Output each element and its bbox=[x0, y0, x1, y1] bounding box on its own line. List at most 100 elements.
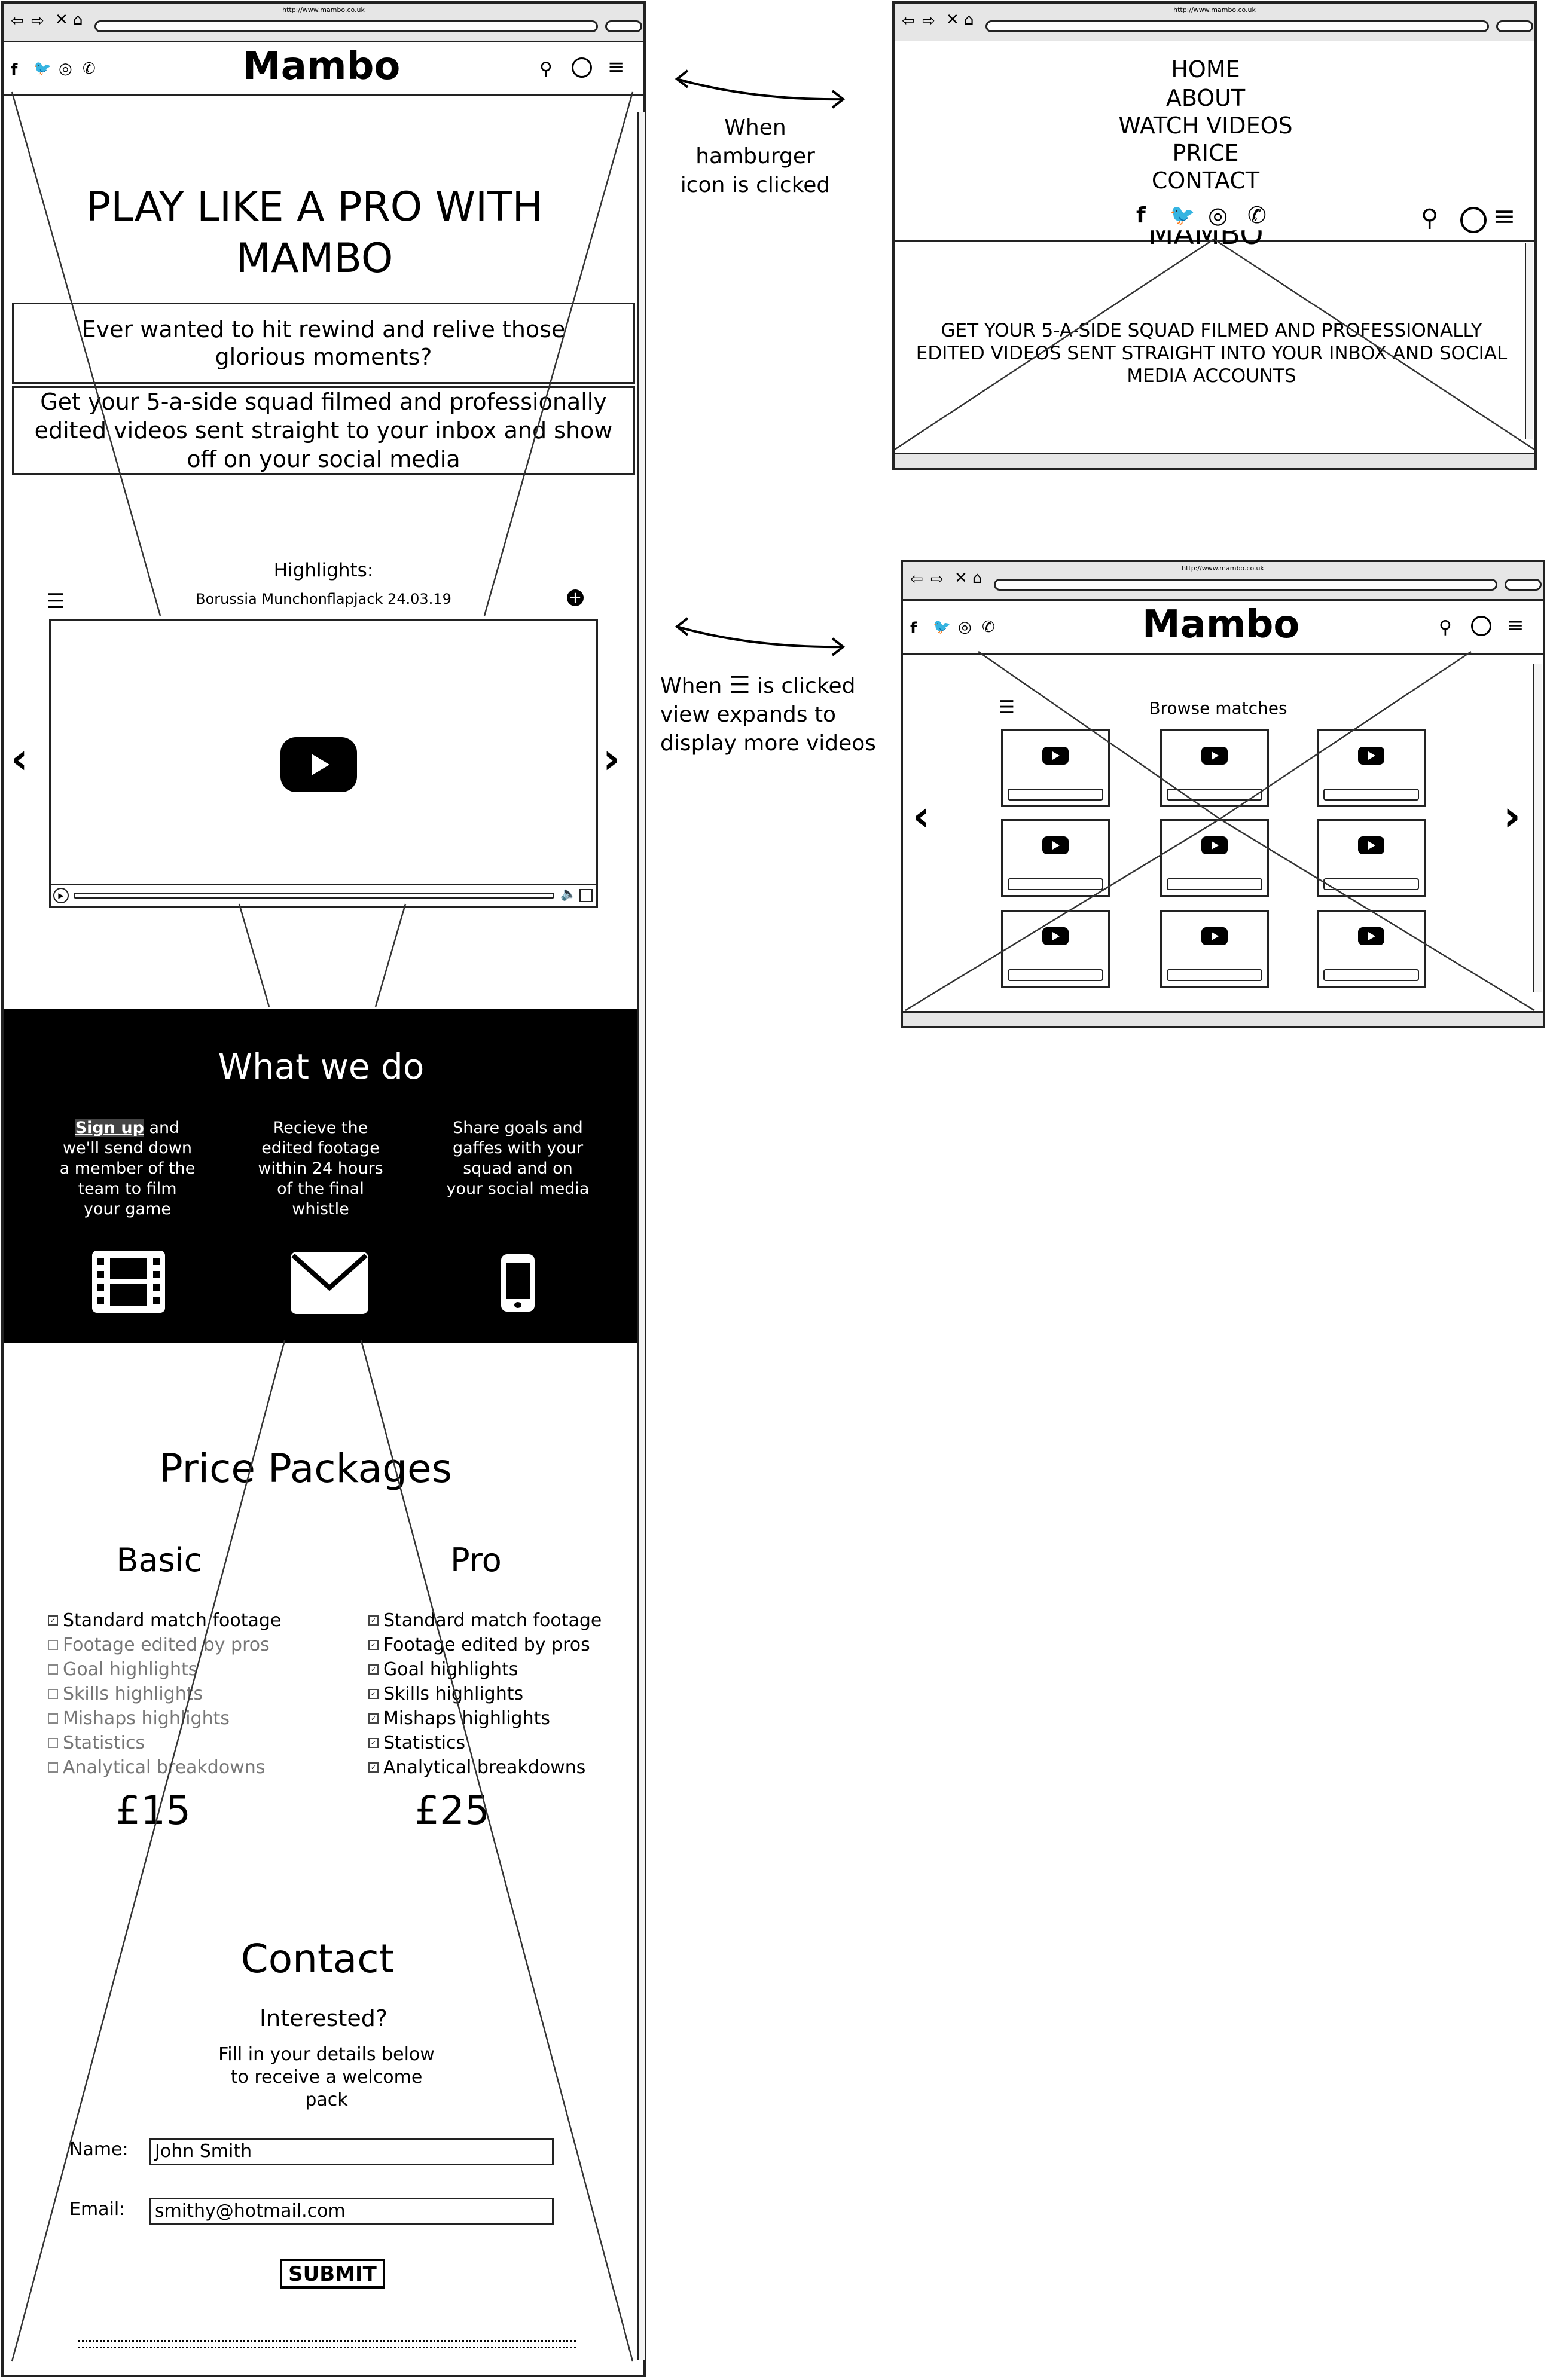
nav-about[interactable]: ABOUT bbox=[895, 85, 1517, 111]
email-field[interactable]: smithy@hotmail.com bbox=[149, 2198, 554, 2225]
play-icon[interactable] bbox=[1201, 836, 1228, 854]
forward-icon[interactable]: ⇨ bbox=[922, 13, 935, 29]
basic-feature-label: Standard match footage bbox=[63, 1610, 282, 1631]
video-thumbnail[interactable] bbox=[1001, 729, 1110, 807]
status-bar bbox=[895, 453, 1534, 468]
whatsapp-icon[interactable]: ✆ bbox=[83, 60, 96, 78]
basic-feature-label: Skills highlights bbox=[63, 1684, 203, 1704]
chevron-left-icon[interactable]: ‹ bbox=[11, 734, 28, 783]
video-thumbnail[interactable] bbox=[1160, 729, 1269, 807]
checkbox-checked-icon: ✓ bbox=[368, 1689, 379, 1699]
basic-feature-label: Statistics bbox=[63, 1733, 145, 1753]
close-icon[interactable]: ✕ bbox=[55, 12, 68, 28]
volume-icon[interactable]: 🔈 bbox=[560, 887, 576, 902]
instagram-icon[interactable]: ◎ bbox=[59, 60, 72, 78]
user-icon[interactable] bbox=[1471, 616, 1491, 636]
address-bar[interactable] bbox=[94, 20, 598, 32]
video-thumbnail[interactable] bbox=[1317, 819, 1426, 897]
pro-feature: ✓ Skills highlights bbox=[368, 1682, 602, 1706]
twitter-icon[interactable]: 🐦 bbox=[33, 60, 51, 77]
basic-feature: Goal highlights bbox=[48, 1657, 281, 1682]
signup-link[interactable]: Sign up bbox=[75, 1119, 144, 1137]
play-icon[interactable] bbox=[1042, 836, 1069, 854]
nav-watch-videos[interactable]: WATCH VIDEOS bbox=[895, 112, 1517, 139]
twitter-icon[interactable]: 🐦 bbox=[1170, 203, 1195, 227]
search-bar[interactable] bbox=[1505, 579, 1542, 591]
name-field[interactable]: John Smith bbox=[149, 2138, 554, 2165]
site-logo[interactable]: Mambo bbox=[243, 44, 400, 88]
chevron-left-icon[interactable]: ‹ bbox=[913, 792, 930, 841]
twitter-icon[interactable]: 🐦 bbox=[933, 618, 951, 635]
status-bar bbox=[903, 1011, 1543, 1026]
play-icon[interactable] bbox=[1042, 927, 1069, 945]
nav-home[interactable]: HOME bbox=[895, 56, 1517, 83]
close-icon[interactable]: ✕ bbox=[954, 570, 968, 586]
chevron-right-icon[interactable]: › bbox=[603, 734, 620, 783]
search-icon[interactable]: ⚲ bbox=[1439, 617, 1452, 638]
whatsapp-icon[interactable]: ✆ bbox=[982, 618, 995, 636]
whatsapp-icon[interactable]: ✆ bbox=[1247, 202, 1267, 228]
nav-price[interactable]: PRICE bbox=[895, 140, 1517, 166]
home-icon[interactable]: ⌂ bbox=[964, 12, 974, 28]
play-icon[interactable] bbox=[1358, 836, 1384, 854]
list-view-icon[interactable]: ☰ bbox=[47, 589, 65, 613]
search-icon[interactable]: ⚲ bbox=[539, 59, 553, 80]
progress-bar[interactable] bbox=[74, 893, 554, 899]
video-thumbnail[interactable] bbox=[1160, 819, 1269, 897]
play-icon[interactable] bbox=[1358, 927, 1384, 945]
film-icon bbox=[92, 1251, 165, 1313]
chevron-right-icon[interactable]: › bbox=[1503, 792, 1521, 841]
hamburger-icon[interactable]: ≡ bbox=[608, 55, 625, 79]
play-button[interactable] bbox=[280, 737, 357, 792]
video-thumbnail[interactable] bbox=[1317, 910, 1426, 988]
site-header: f 🐦 ◎ ✆ Mambo ⚲ ≡ bbox=[903, 599, 1543, 655]
play-icon[interactable] bbox=[1358, 747, 1384, 765]
back-icon[interactable]: ⇦ bbox=[11, 13, 24, 29]
play-icon[interactable] bbox=[1042, 747, 1069, 765]
forward-icon[interactable]: ⇨ bbox=[31, 13, 44, 29]
facebook-icon[interactable]: f bbox=[1136, 203, 1146, 228]
fullscreen-icon[interactable] bbox=[579, 889, 593, 902]
scrollbar[interactable] bbox=[1533, 664, 1542, 992]
browse-browser-window: ⇦ ⇨ ✕ ⌂ http://www.mambo.co.uk f 🐦 ◎ ✆ M… bbox=[901, 560, 1545, 1028]
address-bar[interactable] bbox=[994, 579, 1497, 591]
video-thumbnail[interactable] bbox=[1160, 910, 1269, 988]
site-logo[interactable]: Mambo bbox=[1142, 603, 1299, 647]
home-icon[interactable]: ⌂ bbox=[972, 570, 982, 586]
video-controls bbox=[1167, 878, 1262, 890]
search-bar[interactable] bbox=[1496, 20, 1533, 32]
pro-feature-list: ✓ Standard match footage ✓ Footage edited … bbox=[368, 1608, 602, 1780]
play-icon[interactable] bbox=[1201, 927, 1228, 945]
scrollbar[interactable] bbox=[637, 112, 645, 2360]
search-bar[interactable] bbox=[605, 20, 642, 32]
back-icon[interactable]: ⇦ bbox=[910, 572, 923, 587]
basic-feature-label: Footage edited by pros bbox=[63, 1634, 270, 1655]
pricing-title: Price Packages bbox=[159, 1446, 452, 1492]
facebook-icon[interactable]: f bbox=[910, 619, 917, 637]
submit-button[interactable]: SUBMIT bbox=[280, 2259, 385, 2289]
home-icon[interactable]: ⌂ bbox=[73, 12, 83, 28]
play-small-icon[interactable]: ▶ bbox=[53, 888, 69, 903]
video-thumbnail[interactable] bbox=[1001, 910, 1110, 988]
hamburger-icon[interactable]: ≡ bbox=[1493, 200, 1516, 232]
add-icon[interactable]: + bbox=[567, 589, 584, 606]
play-icon[interactable] bbox=[1201, 747, 1228, 765]
search-icon[interactable]: ⚲ bbox=[1421, 204, 1438, 232]
instagram-icon[interactable]: ◎ bbox=[1208, 202, 1228, 228]
video-thumbnail[interactable] bbox=[1001, 819, 1110, 897]
forward-icon[interactable]: ⇨ bbox=[930, 572, 944, 587]
scrollbar[interactable] bbox=[1525, 243, 1533, 439]
user-icon[interactable] bbox=[572, 57, 592, 78]
user-icon[interactable] bbox=[1460, 207, 1487, 233]
address-bar[interactable] bbox=[985, 20, 1489, 32]
instagram-icon[interactable]: ◎ bbox=[958, 618, 972, 636]
video-thumbnail[interactable] bbox=[1317, 729, 1426, 807]
browse-annotation-prefix: When bbox=[660, 674, 722, 698]
nav-contact[interactable]: CONTACT bbox=[895, 167, 1517, 194]
hamburger-icon[interactable]: ≡ bbox=[1507, 613, 1524, 637]
checkbox-checked-icon: ✓ bbox=[368, 1640, 379, 1650]
back-icon[interactable]: ⇦ bbox=[902, 13, 915, 29]
close-icon[interactable]: ✕ bbox=[946, 12, 959, 28]
facebook-icon[interactable]: f bbox=[11, 61, 17, 79]
video-player[interactable]: ▶ 🔈 bbox=[49, 619, 598, 908]
